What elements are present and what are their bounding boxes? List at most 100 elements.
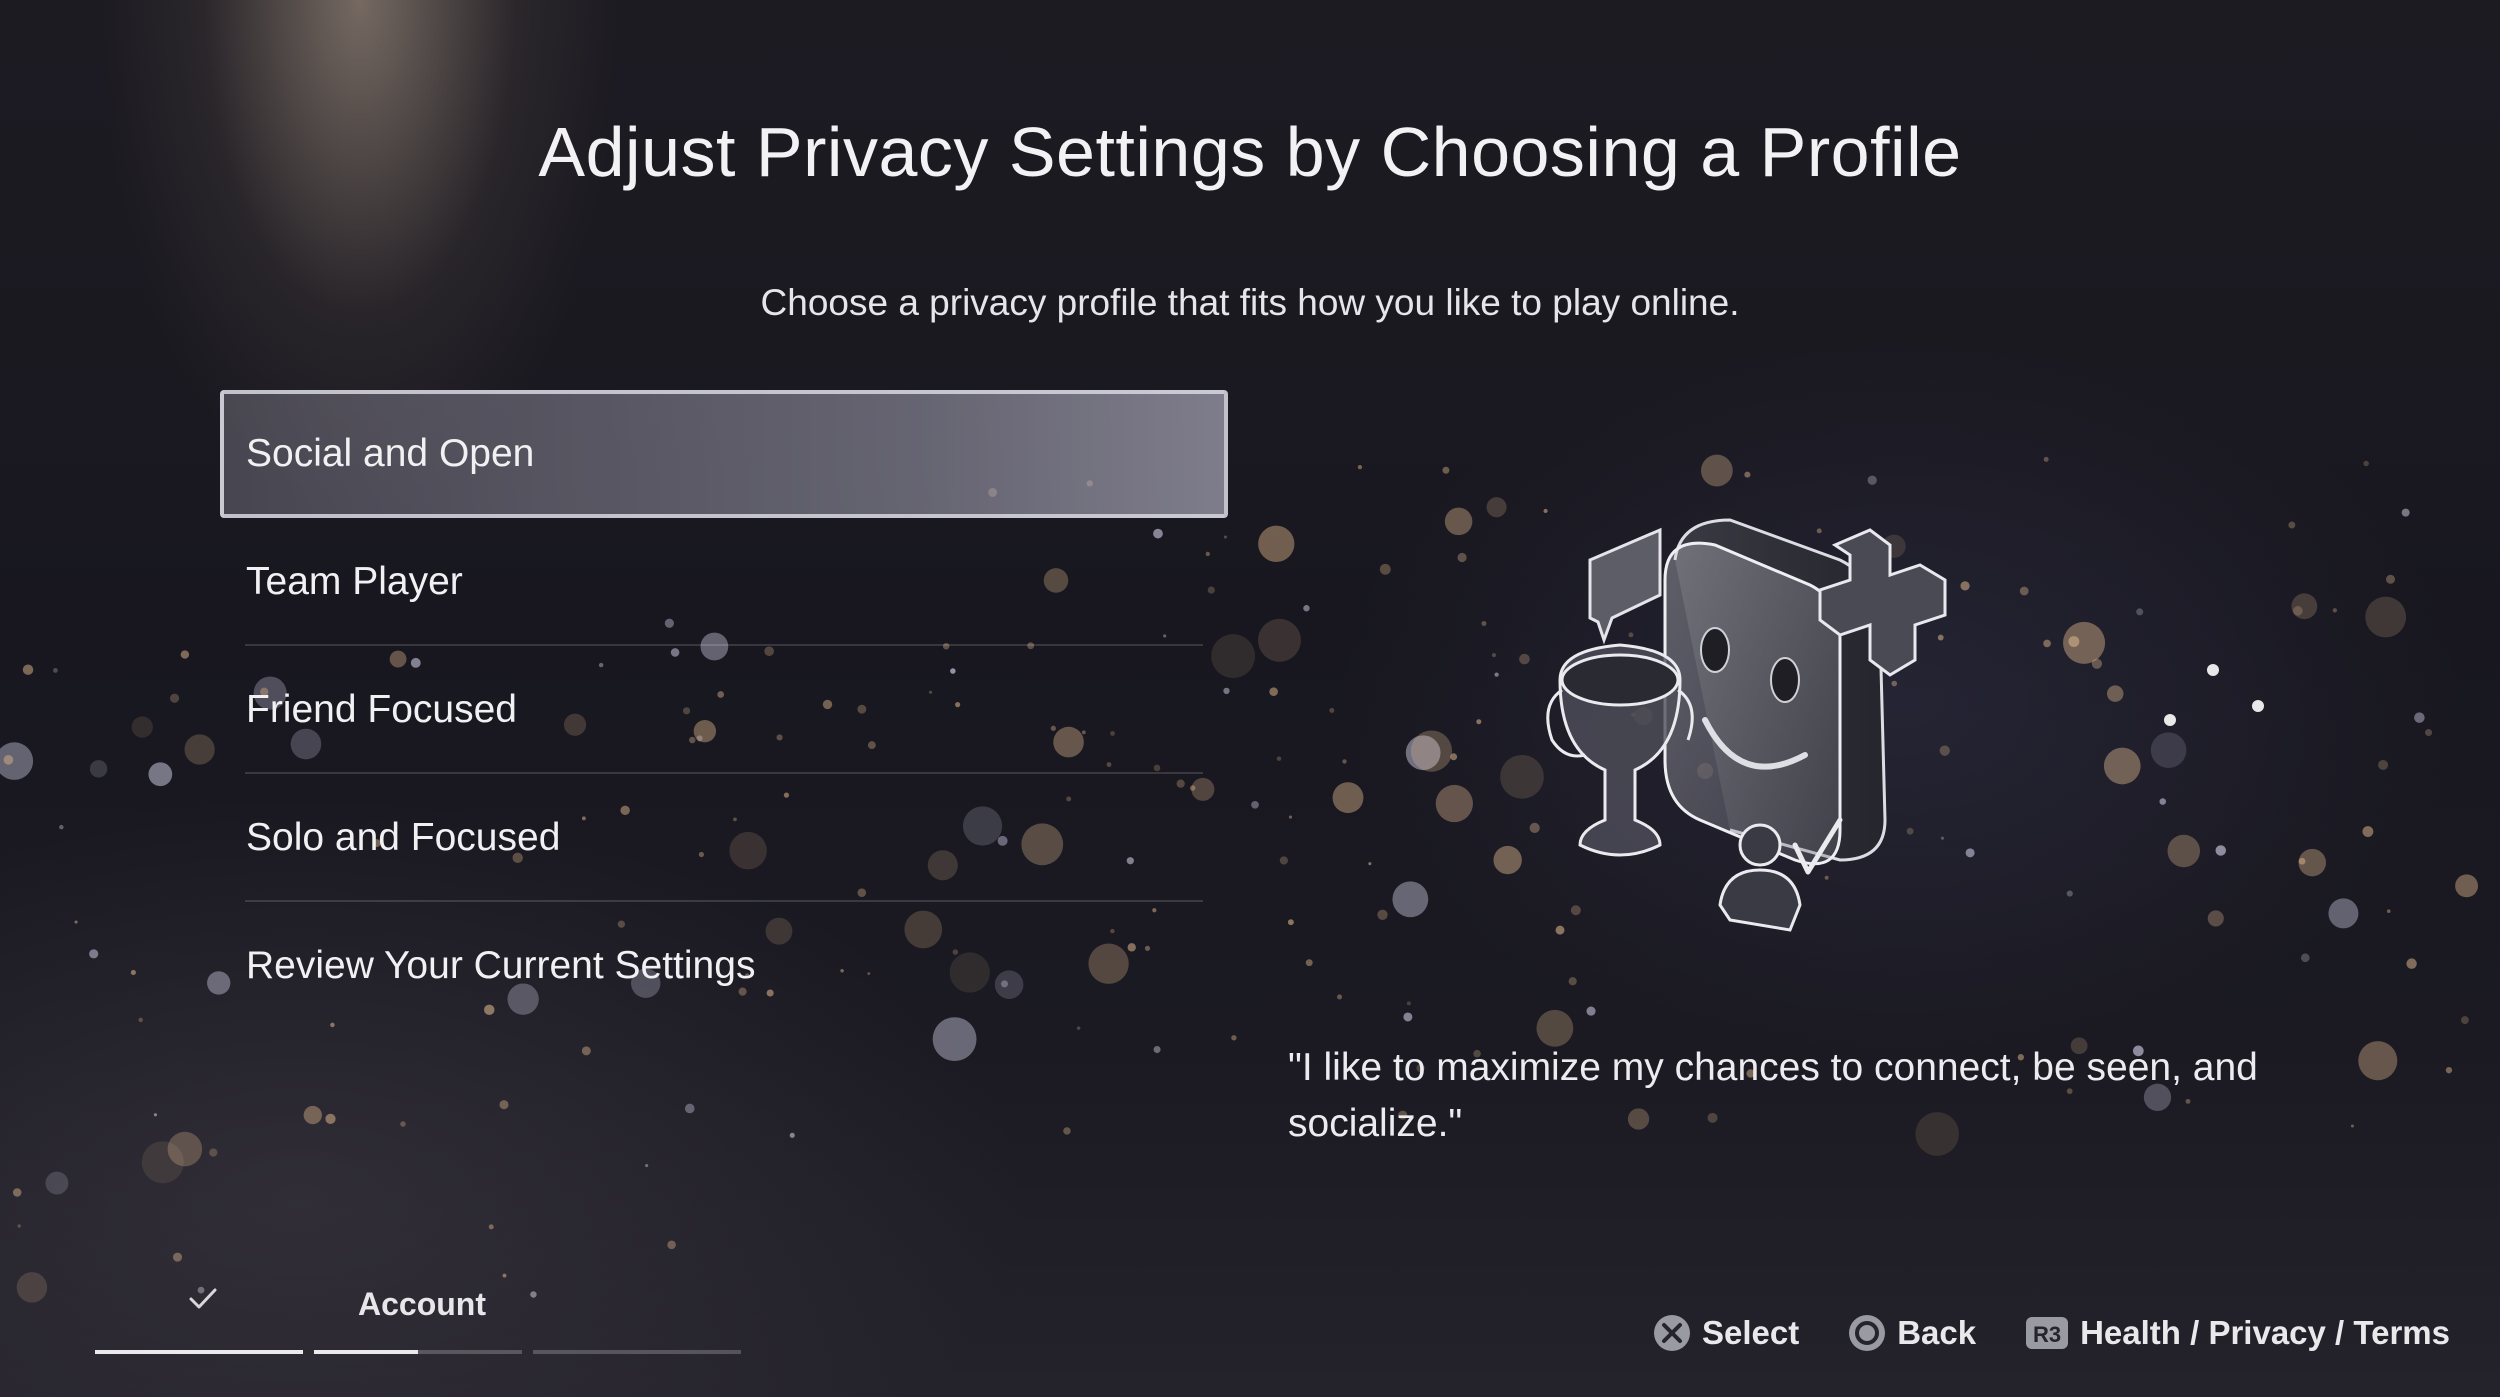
bokeh-particle	[1329, 707, 1335, 713]
bokeh-particle	[645, 1164, 649, 1168]
bokeh-particle	[2150, 732, 2187, 768]
bokeh-particle	[1063, 1127, 1071, 1135]
profile-option-label: Friend Focused	[246, 688, 517, 731]
profile-option-social-and-open[interactable]: Social and Open	[220, 390, 1228, 518]
bokeh-particle	[581, 1046, 591, 1056]
bokeh-particle	[2445, 1067, 2453, 1074]
bokeh-particle	[59, 824, 64, 830]
bokeh-particle	[530, 1291, 537, 1298]
bokeh-particle	[2293, 606, 2303, 616]
bokeh-particle	[2291, 593, 2318, 620]
checkmark-icon	[183, 1278, 223, 1318]
bokeh-particle	[2215, 845, 2226, 856]
bokeh-particle	[53, 668, 58, 673]
step-progress-bar	[533, 1350, 741, 1354]
bokeh-particle	[1288, 815, 1293, 819]
bokeh-particle	[2103, 747, 2141, 785]
bokeh-particle	[1500, 754, 1544, 799]
bokeh-particle	[1342, 759, 1347, 764]
bokeh-particle	[2252, 700, 2264, 712]
r3-button-icon: R3	[2024, 1313, 2070, 1353]
profile-option-label: Solo and Focused	[246, 816, 561, 859]
bokeh-particle	[74, 920, 78, 924]
bokeh-particle	[502, 1273, 507, 1278]
bokeh-particle	[1287, 919, 1294, 926]
bokeh-particle	[2332, 608, 2338, 613]
bokeh-particle	[1269, 687, 1278, 697]
controller-hints: Select Back R3 Health / Privacy / Terms	[1604, 1313, 2450, 1353]
bokeh-particle	[1486, 497, 1507, 518]
bokeh-particle	[2159, 798, 2167, 805]
bokeh-particle	[1403, 1012, 1413, 1022]
bokeh-particle	[148, 762, 173, 787]
bokeh-particle	[1406, 1001, 1411, 1006]
bokeh-particle	[1700, 454, 1733, 487]
profile-option-review-current-settings[interactable]: Review Your Current Settings	[220, 902, 1228, 1030]
bokeh-particle	[1305, 959, 1313, 967]
bokeh-particle	[1867, 475, 1877, 485]
bokeh-particle	[2455, 874, 2479, 898]
step-progress-fill	[95, 1350, 303, 1354]
bokeh-particle	[2167, 834, 2201, 868]
bokeh-particle	[1450, 753, 1458, 761]
bokeh-particle	[488, 1224, 494, 1230]
bokeh-particle	[1491, 653, 1496, 658]
bokeh-particle	[1258, 525, 1295, 562]
bokeh-particle	[2460, 1016, 2469, 1025]
health-hint-label: Health / Privacy / Terms	[2080, 1314, 2450, 1351]
bokeh-particle	[1377, 909, 1388, 920]
step-progress-bar	[314, 1350, 522, 1354]
bokeh-particle	[2401, 508, 2410, 517]
bokeh-particle	[667, 1240, 676, 1250]
bokeh-particle	[1279, 856, 1289, 865]
bokeh-particle	[2063, 621, 2106, 664]
bokeh-particle	[2066, 890, 2073, 897]
step-progress-fill	[314, 1350, 418, 1354]
bokeh-particle	[3, 755, 14, 765]
bokeh-particle	[180, 650, 190, 659]
bokeh-particle	[2406, 958, 2417, 969]
bokeh-particle	[684, 1103, 695, 1114]
profile-option-solo-and-focused[interactable]: Solo and Focused	[220, 774, 1228, 902]
bokeh-particle	[209, 1148, 218, 1157]
profile-option-team-player[interactable]: Team Player	[220, 518, 1228, 646]
select-hint-label: Select	[1701, 1314, 1800, 1351]
bokeh-particle	[89, 760, 108, 778]
bokeh-particle	[303, 1105, 322, 1125]
health-privacy-terms-hint[interactable]: R3 Health / Privacy / Terms	[2024, 1313, 2450, 1353]
bokeh-particle	[2106, 685, 2124, 702]
bokeh-particle	[1519, 653, 1530, 665]
bokeh-particle	[172, 1252, 183, 1262]
cross-button-icon	[1652, 1313, 1692, 1353]
bokeh-particle	[325, 1113, 336, 1124]
bokeh-particle	[1435, 784, 1473, 823]
bokeh-particle	[0, 742, 34, 780]
bokeh-particle	[1529, 822, 1540, 834]
bokeh-particle	[1368, 862, 1372, 866]
bokeh-particle	[1258, 618, 1301, 662]
bokeh-particle	[45, 1171, 69, 1195]
profile-option-friend-focused[interactable]: Friend Focused	[220, 646, 1228, 774]
bokeh-particle	[2362, 826, 2374, 838]
bokeh-particle	[2365, 596, 2407, 638]
bokeh-particle	[2068, 636, 2080, 647]
select-hint[interactable]: Select	[1652, 1313, 1799, 1353]
bokeh-particle	[2300, 953, 2310, 963]
bokeh-particle	[400, 1121, 406, 1127]
back-hint[interactable]: Back	[1847, 1313, 1976, 1353]
bokeh-particle	[1457, 552, 1467, 563]
bokeh-particle	[2425, 729, 2433, 737]
bokeh-particle	[2298, 857, 2306, 865]
bokeh-particle	[2363, 460, 2369, 467]
bokeh-particle	[2164, 714, 2176, 726]
bokeh-particle	[1568, 977, 1577, 986]
bokeh-particle	[1153, 1046, 1161, 1054]
page-title: Adjust Privacy Settings by Choosing a Pr…	[538, 113, 1962, 191]
bokeh-particle	[1744, 471, 1751, 478]
bokeh-particle	[1303, 605, 1310, 612]
bokeh-particle	[1494, 672, 1499, 677]
bokeh-particle	[2378, 759, 2389, 770]
profile-option-label: Team Player	[246, 560, 463, 603]
bokeh-particle	[2288, 521, 2296, 529]
bokeh-particle	[499, 1100, 509, 1110]
